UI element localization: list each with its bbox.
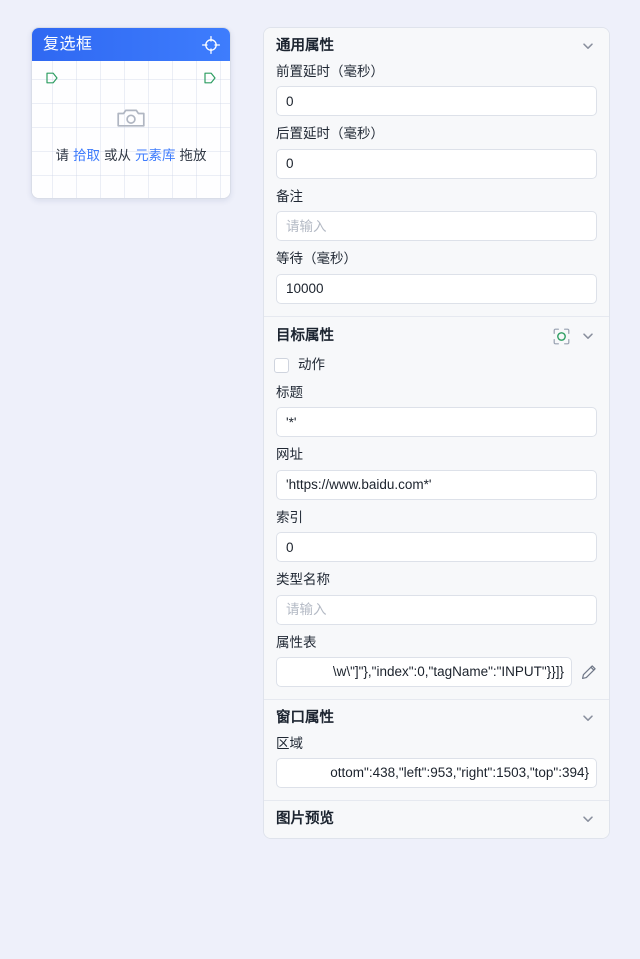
checkbox-action[interactable] [274,357,289,373]
field-post-delay: 后置延时（毫秒） [276,127,597,179]
node-card[interactable]: 复选框 请 拾取 或从 元素库 拖放 [31,27,231,199]
section-body-general: 前置延时（毫秒） 后置延时（毫秒） 备注 等待（毫秒） [264,63,609,316]
section-body-window: 区域 ottom":438,"left":953,"right":1503,"t… [264,735,609,801]
field-title: 标题 [276,384,597,437]
node-pick-hint: 请拾取 或从 元素库 拖放 [32,144,230,164]
field-index: 索引 [276,509,597,562]
flow-port-icon-left[interactable] [45,71,59,85]
pencil-edit-icon[interactable] [581,664,597,680]
input-pre-delay[interactable] [276,86,597,116]
label-type-name: 类型名称 [276,572,330,587]
input-region[interactable]: ottom":438,"left":953,"right":1503,"top"… [276,758,597,788]
pick-element-link[interactable]: 拾取 [73,148,100,163]
hint-text-3: 拖放 [179,148,207,163]
input-index[interactable] [276,532,597,562]
input-wait[interactable] [276,273,597,304]
chevron-down-icon[interactable] [581,812,595,826]
field-type-name: 类型名称 [276,573,597,625]
section-title-image-preview: 图片预览 [276,811,334,827]
node-preview-placeholder [32,106,230,130]
input-remark[interactable] [276,211,597,241]
field-region: 区域 ottom":438,"left":953,"right":1503,"t… [276,735,597,788]
label-index: 索引 [276,509,303,525]
checkbox-row-action[interactable]: 动作 [264,356,609,386]
field-pre-delay: 前置延时（毫秒） [276,63,597,116]
hint-text-1: 请 [55,148,70,163]
section-header-window[interactable]: 窗口属性 [264,699,609,737]
label-url: 网址 [276,447,303,462]
input-type-name[interactable] [276,594,597,625]
label-remark: 备注 [276,188,303,204]
node-card-header[interactable]: 复选框 [32,28,230,61]
crosshair-target-icon[interactable] [201,35,221,55]
input-title[interactable] [276,407,597,437]
field-url: 网址 [276,448,597,500]
section-title-general: 通用属性 [276,38,334,54]
field-attribute-table: 属性表 \w\"]"},"index":0,"tagName":"INPUT"}… [276,634,597,687]
node-card-title: 复选框 [43,35,93,53]
label-wait: 等待（毫秒） [276,251,357,266]
camera-icon [116,106,146,130]
hint-text-2: 或从 [104,148,131,163]
app-root: 复选框 请 拾取 或从 元素库 拖放 通用属性 前置延时（毫秒） 0 后置延时（… [0,0,640,959]
label-region: 区域 [276,735,303,751]
section-header-target[interactable]: 目标属性 [264,315,609,356]
chevron-down-icon[interactable] [581,329,595,343]
node-card-body: 请拾取 或从 元素库 拖放 [32,61,230,198]
section-title-target: 目标属性 [276,327,334,344]
label-title: 标题 [276,384,303,400]
input-attribute-table-text: \w\"]"},"index":0,"tagName":"INPUT"}}]} [332,664,564,679]
label-post-delay: 后置延时（毫秒） [276,126,384,141]
field-wait: 等待（毫秒） [276,252,597,304]
chevron-down-icon[interactable] [581,711,595,725]
element-picker-icon[interactable] [553,328,570,345]
input-post-delay[interactable] [276,148,597,179]
label-attribute-table: 属性表 [276,634,317,650]
checkbox-label-action: 动作 [298,357,325,373]
label-pre-delay: 前置延时（毫秒） [276,63,384,79]
input-region-text: ottom":438,"left":953,"right":1503,"top"… [330,765,589,780]
input-attribute-table[interactable]: \w\"]"},"index":0,"tagName":"INPUT"}}]} [276,657,572,687]
input-url[interactable] [276,469,597,500]
properties-panel: 通用属性 前置延时（毫秒） 后置延时（毫秒） 备注 [263,27,610,839]
section-title-window: 窗口属性 [276,710,334,726]
chevron-down-icon[interactable] [581,39,595,53]
flow-port-icon-right[interactable] [203,71,217,85]
field-remark: 备注 [276,188,597,241]
attribute-table-row: \w\"]"},"index":0,"tagName":"INPUT"}}]} [276,657,597,687]
section-header-general[interactable]: 通用属性 [264,28,609,65]
section-header-image-preview[interactable]: 图片预览 [264,800,609,838]
element-library-link[interactable]: 元素库 [135,148,176,163]
section-body-target: 标题 网址 索引 类型名称 属性表 \w\"]"},"index":0,"tag [264,384,609,700]
